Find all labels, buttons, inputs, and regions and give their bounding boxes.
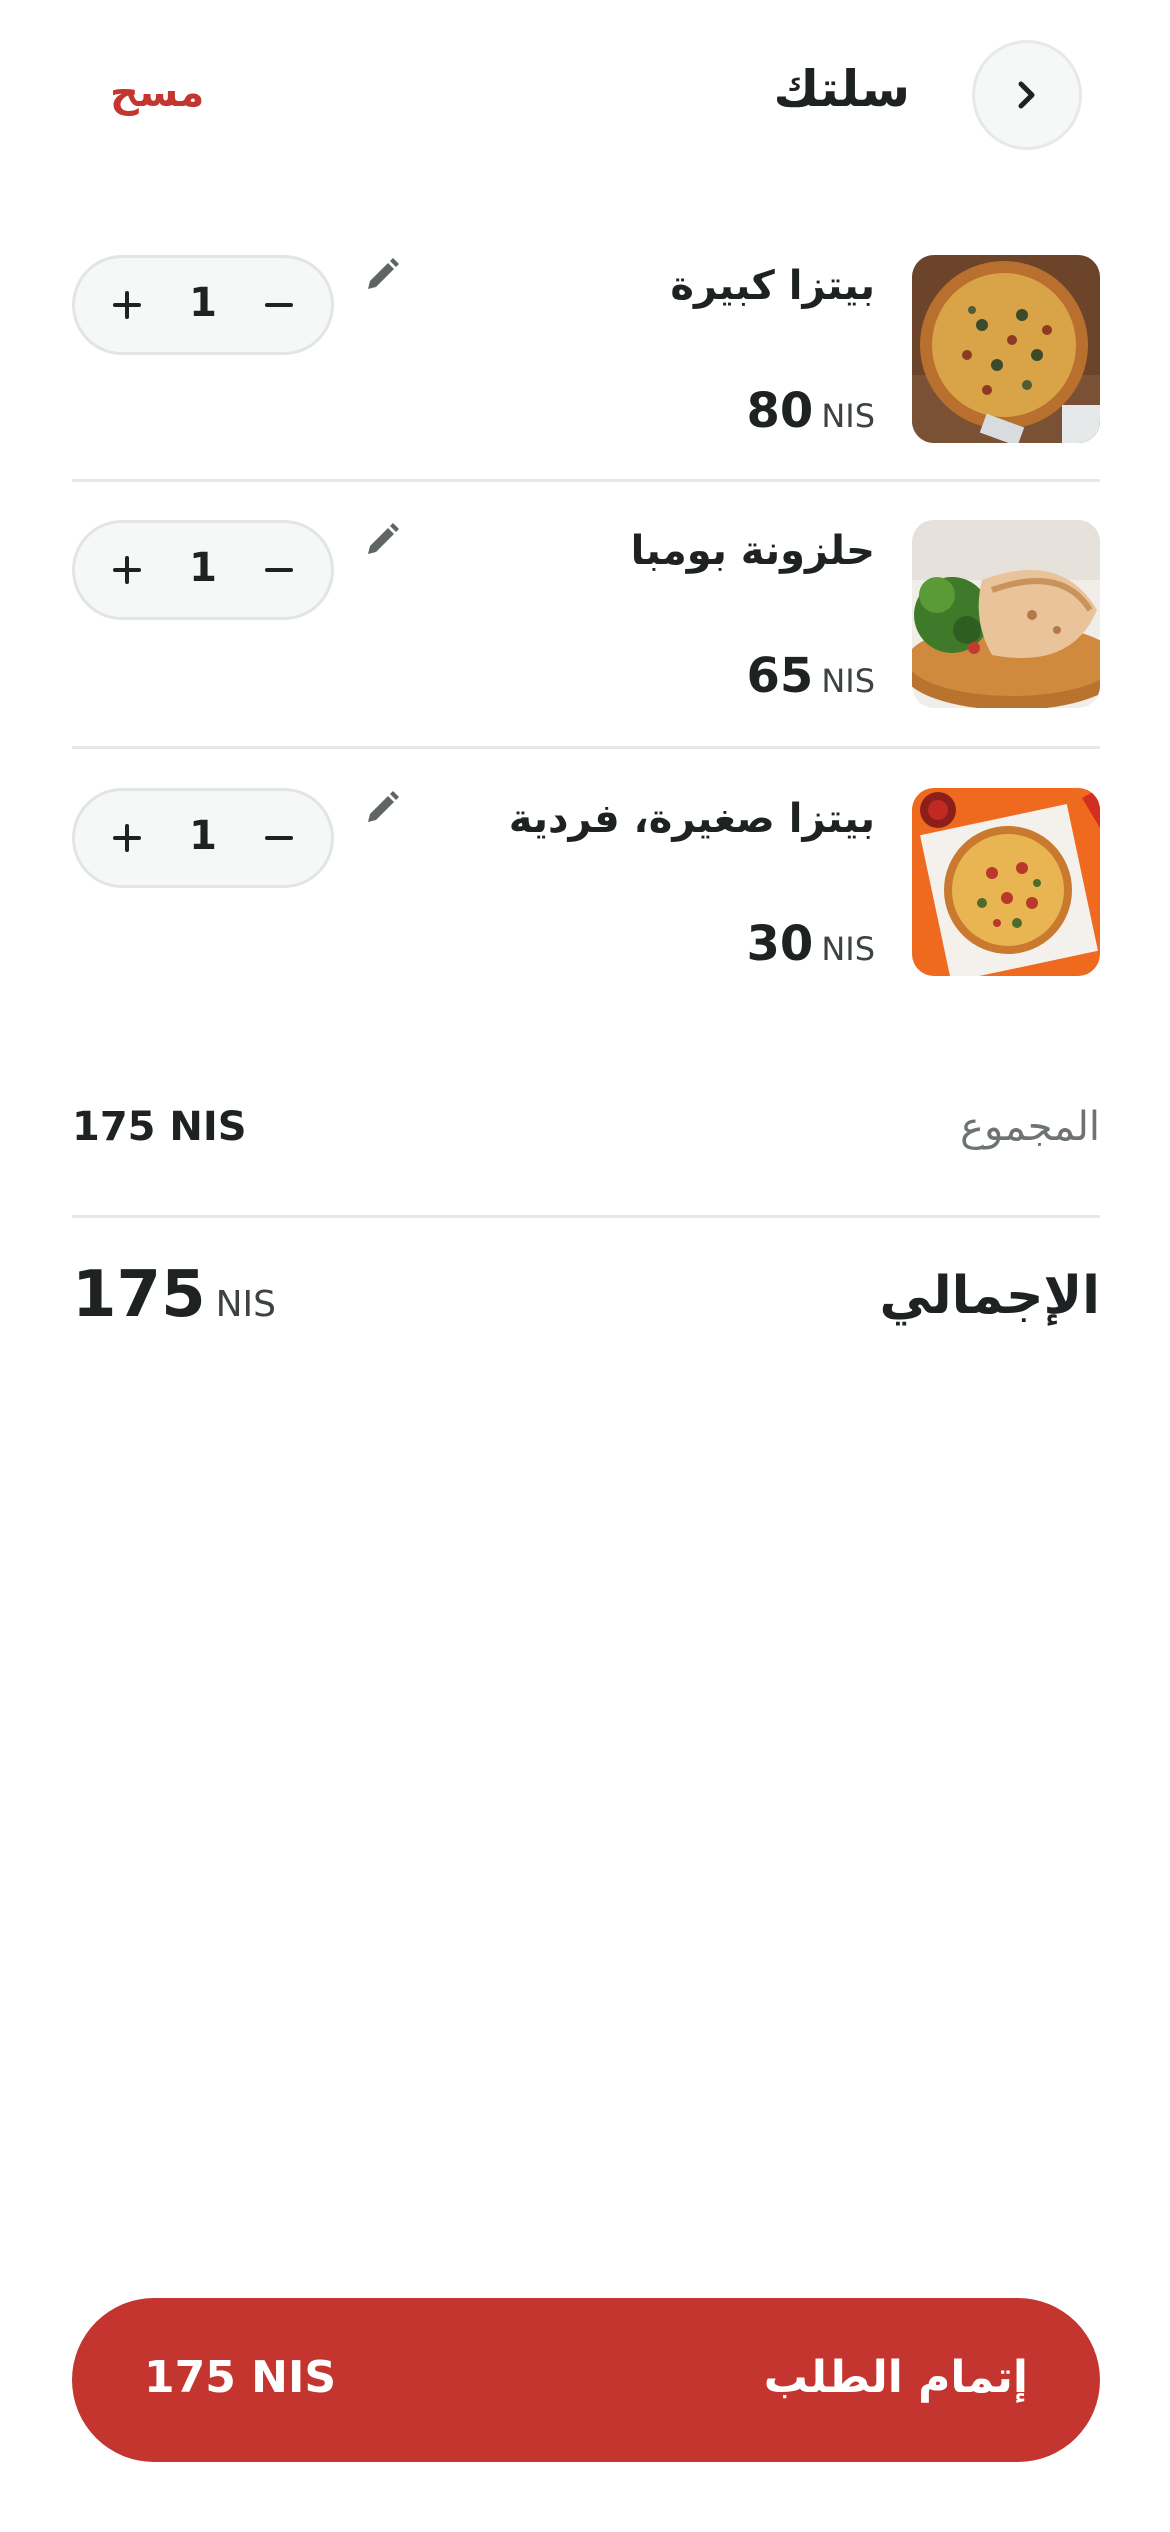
total-amount: 175: [72, 1258, 206, 1332]
minus-icon: [265, 568, 293, 572]
decrease-quantity-button[interactable]: [239, 791, 319, 885]
item-price-value: 65: [746, 648, 814, 704]
divider: [72, 746, 1100, 749]
subtotal-value: 175 NIS: [72, 1104, 247, 1150]
item-price-value: 30: [746, 916, 814, 972]
edit-pencil-icon[interactable]: [362, 255, 402, 295]
item-price: 30 NIS: [747, 916, 875, 972]
minus-icon: [265, 303, 293, 307]
subtotal-row: المجموع 175 NIS: [72, 1104, 1100, 1164]
item-image[interactable]: [912, 788, 1100, 976]
item-price-currency: NIS: [821, 662, 875, 700]
cart-item: بيتزا صغيرة، فردية 30 NIS 1: [72, 788, 1100, 1056]
subtotal-label: المجموع: [960, 1104, 1100, 1150]
item-name: حلزونة بومبا: [630, 528, 875, 574]
back-button[interactable]: [972, 40, 1082, 150]
quantity-stepper: 1: [72, 255, 334, 355]
cart-item: بيتزا كبيرة 80 NIS 1: [72, 255, 1100, 523]
chevron-right-icon: [1018, 81, 1035, 109]
item-price-value: 80: [746, 383, 814, 439]
minus-icon: [265, 836, 293, 840]
cart-header: سلتك مسح: [0, 0, 1170, 200]
checkout-label: إتمام الطلب: [763, 2352, 1028, 2403]
clear-cart-button[interactable]: مسح: [110, 70, 204, 116]
item-price-currency: NIS: [821, 397, 875, 435]
edit-pencil-icon[interactable]: [362, 788, 402, 828]
total-row: الإجمالي 175 NIS: [72, 1258, 1100, 1346]
checkout-price: 175 NIS: [144, 2352, 337, 2403]
total-currency: NIS: [215, 1284, 276, 1325]
item-image[interactable]: [912, 255, 1100, 443]
decrease-quantity-button[interactable]: [239, 258, 319, 352]
checkout-button[interactable]: إتمام الطلب 175 NIS: [72, 2298, 1100, 2462]
edit-pencil-icon[interactable]: [362, 520, 402, 560]
decrease-quantity-button[interactable]: [239, 523, 319, 617]
quantity-stepper: 1: [72, 788, 334, 888]
divider: [72, 479, 1100, 482]
quantity-stepper: 1: [72, 520, 334, 620]
divider: [72, 1215, 1100, 1218]
total-value: 175 NIS: [72, 1258, 276, 1332]
item-image[interactable]: [912, 520, 1100, 708]
item-name: بيتزا صغيرة، فردية: [508, 796, 875, 842]
item-price: 80 NIS: [747, 383, 875, 439]
item-price-currency: NIS: [821, 930, 875, 968]
page-title: سلتك: [773, 60, 910, 118]
item-price: 65 NIS: [747, 648, 875, 704]
item-name: بيتزا كبيرة: [670, 263, 875, 309]
total-label: الإجمالي: [879, 1266, 1100, 1326]
